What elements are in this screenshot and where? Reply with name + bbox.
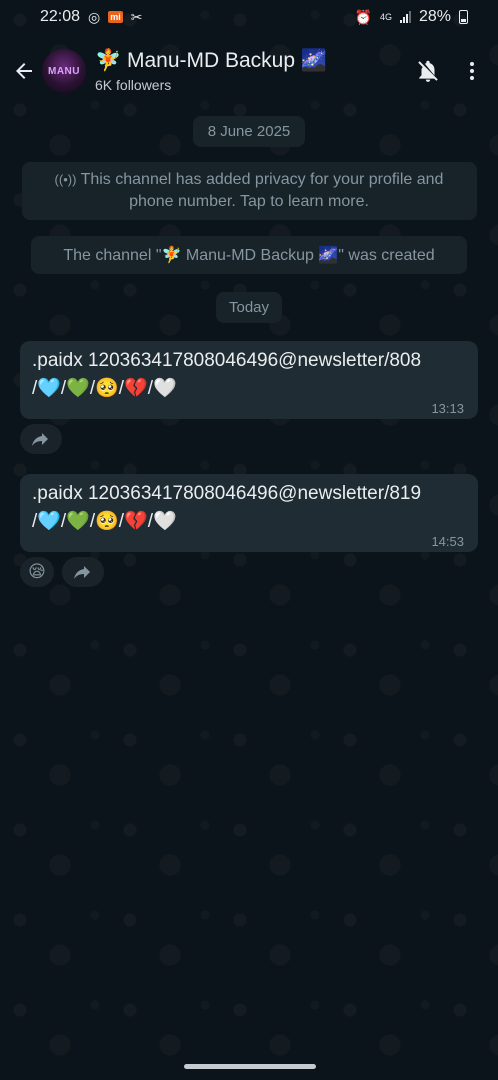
alarm-icon: ⏰ — [354, 8, 372, 25]
forward-icon — [74, 566, 90, 579]
privacy-notice-text: This channel has added privacy for your … — [80, 171, 444, 210]
back-button[interactable] — [6, 51, 42, 91]
mute-button[interactable] — [406, 49, 450, 93]
channel-header: MANU 🧚 Manu-MD Backup 🌌 6K followers — [0, 34, 498, 108]
message-bubble[interactable]: .paidx 120363417808046496@newsletter/819… — [20, 474, 478, 552]
channel-title: 🧚 Manu-MD Backup 🌌 — [95, 49, 328, 72]
status-bar: 22:08 ◎ mi ✂ ⏰ 4G 28% — [0, 0, 498, 34]
privacy-notice[interactable]: ((•)) This channel has added privacy for… — [21, 162, 477, 220]
forward-button[interactable] — [20, 424, 62, 454]
status-right: ⏰ 4G 28% — [355, 8, 468, 26]
bell-off-icon — [418, 60, 438, 82]
message-group: .paidx 120363417808046496@newsletter/808… — [20, 341, 498, 454]
more-options-button[interactable] — [450, 49, 494, 93]
status-left: 22:08 ◎ mi ✂ — [40, 8, 143, 26]
more-vertical-icon — [470, 62, 474, 80]
message-bubble[interactable]: .paidx 120363417808046496@newsletter/808… — [20, 341, 478, 419]
channel-info[interactable]: 🧚 Manu-MD Backup 🌌 6K followers — [95, 49, 406, 93]
message-text-line: .paidx 120363417808046496@newsletter/808 — [32, 350, 422, 371]
whatsapp-icon: ◎ — [88, 8, 101, 25]
battery-icon — [459, 10, 468, 24]
message-actions — [20, 424, 498, 454]
message-group: .paidx 120363417808046496@newsletter/819… — [20, 474, 498, 587]
forward-button[interactable] — [62, 557, 104, 587]
app-notification-icon: mi — [108, 11, 123, 23]
message-actions: 😪 — [20, 557, 498, 587]
arrow-left-icon — [16, 63, 32, 79]
channel-avatar[interactable]: MANU — [42, 49, 86, 93]
broadcast-icon: ((•)) — [54, 172, 77, 187]
today-separator: Today — [216, 292, 282, 323]
forward-icon — [32, 433, 48, 446]
channel-created-notice: The channel "🧚 Manu-MD Backup 🌌" was cre… — [31, 236, 467, 274]
battery-percentage: 28% — [418, 8, 451, 25]
chat-content: 8 June 2025 ((•)) This channel has added… — [0, 108, 498, 587]
scissors-icon: ✂ — [130, 8, 143, 25]
status-time: 22:08 — [40, 8, 81, 25]
network-type: 4G — [379, 11, 392, 22]
gesture-nav-bar[interactable] — [184, 1064, 316, 1069]
date-separator: 8 June 2025 — [193, 116, 305, 147]
avatar-text: MANU — [48, 65, 80, 77]
message-text-line: .paidx 120363417808046496@newsletter/819 — [32, 483, 422, 504]
signal-icon — [399, 11, 411, 23]
reaction-badge[interactable]: 😪 — [20, 557, 54, 587]
follower-count: 6K followers — [95, 77, 172, 93]
